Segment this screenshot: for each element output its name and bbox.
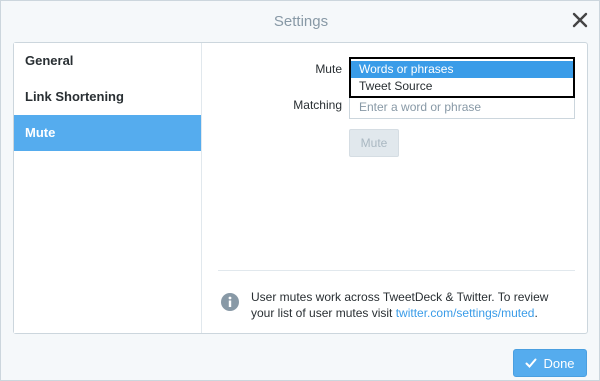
mute-type-label: Mute — [315, 62, 342, 76]
sidebar-item-link-shortening[interactable]: Link Shortening — [14, 79, 201, 115]
settings-muted-link[interactable]: twitter.com/settings/muted — [396, 306, 535, 320]
matching-input[interactable] — [349, 96, 575, 119]
mute-button[interactable]: Mute — [349, 129, 399, 157]
info-period: . — [534, 306, 538, 320]
dialog-title: Settings — [273, 13, 329, 30]
info-icon — [221, 293, 239, 311]
matching-label: Matching — [293, 98, 342, 112]
option-words-or-phrases[interactable]: Words or phrases — [351, 61, 573, 78]
sidebar-item-general[interactable]: General — [14, 43, 201, 79]
info-message: User mutes work across TweetDeck & Twitt… — [251, 289, 573, 321]
sidebar-item-mute[interactable]: Mute — [14, 115, 201, 151]
mute-settings: Mute Matching Words or phrases Tweet Sou… — [203, 43, 587, 333]
divider — [218, 270, 575, 271]
mute-type-dropdown[interactable]: Words or phrases Tweet Source — [349, 57, 575, 98]
done-button[interactable]: Done — [513, 349, 587, 377]
sidebar: General Link Shortening Mute — [14, 43, 202, 333]
settings-panel: General Link Shortening Mute Mute Matchi… — [13, 42, 588, 334]
checkmark-icon — [525, 358, 537, 368]
option-tweet-source[interactable]: Tweet Source — [351, 78, 573, 95]
close-icon[interactable] — [570, 10, 590, 30]
done-label: Done — [543, 355, 575, 371]
